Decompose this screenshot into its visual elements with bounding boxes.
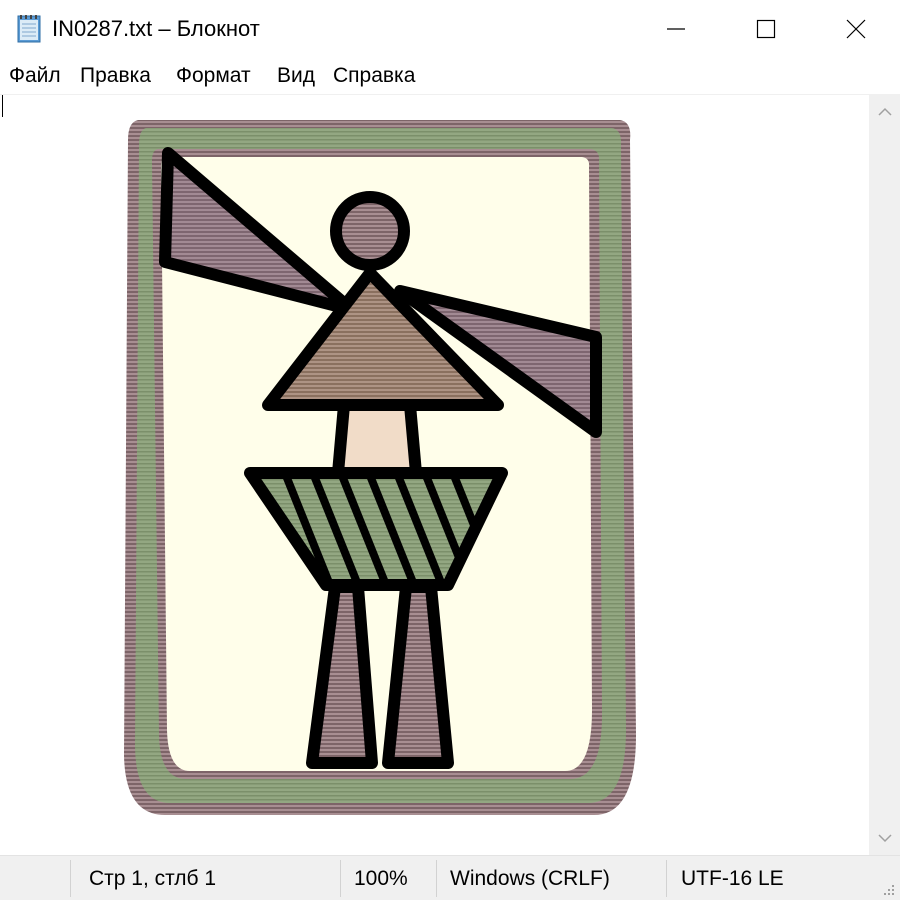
resize-grip-icon[interactable] xyxy=(880,881,896,897)
menu-file[interactable]: Файл xyxy=(9,62,61,90)
window-title: IN0287.txt – Блокнот xyxy=(52,16,260,41)
close-button[interactable] xyxy=(811,0,900,58)
menu-format[interactable]: Формат xyxy=(176,62,251,90)
status-bar: Стр 1, стлб 1 100% Windows (CRLF) UTF-16… xyxy=(0,855,900,900)
menu-view[interactable]: Вид xyxy=(277,62,315,90)
figure-neck xyxy=(332,399,422,479)
menu-bar: Файл Правка Формат Вид Справка xyxy=(0,58,900,95)
status-separator xyxy=(340,860,341,897)
scroll-up-button[interactable] xyxy=(869,95,900,129)
figure-head xyxy=(330,191,410,271)
vertical-scrollbar[interactable] xyxy=(869,95,900,855)
chevron-up-icon xyxy=(877,107,892,116)
minimize-button[interactable] xyxy=(631,0,721,58)
status-cursor-position: Стр 1, стлб 1 xyxy=(89,867,217,890)
menu-edit[interactable]: Правка xyxy=(80,62,151,90)
maximize-icon xyxy=(756,19,776,39)
maximize-button[interactable] xyxy=(721,0,811,58)
status-separator xyxy=(70,860,71,897)
title-bar[interactable]: IN0287.txt – Блокнот xyxy=(0,0,900,58)
notepad-window: IN0287.txt – Блокнот Файл Правка Формат … xyxy=(0,0,900,900)
minimize-icon xyxy=(667,28,685,30)
notepad-icon xyxy=(17,15,41,43)
status-separator xyxy=(436,860,437,897)
menu-help[interactable]: Справка xyxy=(333,62,415,90)
chevron-down-icon xyxy=(877,834,892,843)
close-icon xyxy=(846,19,866,39)
status-line-endings: Windows (CRLF) xyxy=(450,867,610,890)
text-editor-area[interactable] xyxy=(0,95,869,855)
text-art-figure xyxy=(124,120,636,816)
status-zoom: 100% xyxy=(354,867,408,890)
status-encoding: UTF-16 LE xyxy=(681,867,784,890)
scroll-down-button[interactable] xyxy=(869,821,900,855)
status-separator xyxy=(666,860,667,897)
